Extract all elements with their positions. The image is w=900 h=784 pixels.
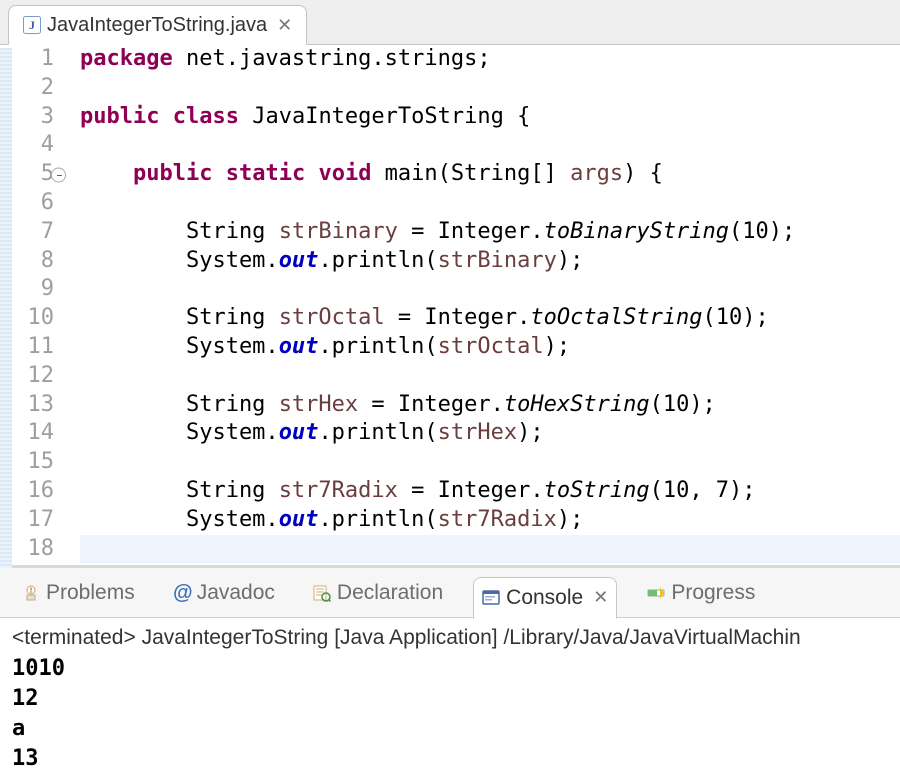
code-line: String strOctal = Integer.toOctalString(…	[80, 305, 769, 330]
tab-label: Declaration	[337, 581, 443, 605]
code-line: String strHex = Integer.toHexString(10);	[80, 392, 716, 417]
line-number: 13	[0, 391, 54, 420]
console-status-line: <terminated> JavaIntegerToString [Java A…	[0, 618, 900, 654]
tab-problems[interactable]: Problems	[14, 577, 143, 609]
line-number: 4	[0, 131, 54, 160]
code-line: String str7Radix = Integer.toString(10, …	[80, 478, 756, 503]
code-line: System.out.println(strBinary);	[80, 248, 583, 273]
code-line	[80, 190, 93, 215]
line-number-gutter: 1 2 3 4 5 6 7 8 9 10 11 12 13 14 15 16 1…	[0, 45, 62, 565]
problems-icon	[22, 584, 40, 602]
code-line: System.out.println(strHex);	[80, 420, 544, 445]
line-number: 10	[0, 304, 54, 333]
tab-label: Console	[506, 586, 583, 610]
ide-root: J JavaIntegerToString.java ✕ 1 2 3 4 5 6…	[0, 0, 900, 784]
code-line: public class JavaIntegerToString {	[80, 104, 530, 129]
tab-javadoc[interactable]: @ Javadoc	[165, 577, 283, 609]
line-number: 11	[0, 333, 54, 362]
line-number: 9	[0, 275, 54, 304]
tab-label: Problems	[46, 581, 135, 605]
tab-console[interactable]: Console ✕	[473, 577, 617, 619]
line-number: 12	[0, 362, 54, 391]
tab-declaration[interactable]: Declaration	[305, 577, 451, 609]
line-number: 2	[0, 74, 54, 103]
close-icon[interactable]: ✕	[277, 15, 292, 36]
declaration-icon	[313, 584, 331, 602]
editor-tab-active[interactable]: J JavaIntegerToString.java ✕	[8, 5, 307, 45]
code-line: public static void main(String[] args) {	[80, 161, 663, 186]
line-number: 3	[0, 103, 54, 132]
code-editor[interactable]: 1 2 3 4 5 6 7 8 9 10 11 12 13 14 15 16 1…	[0, 45, 900, 565]
console-icon	[482, 589, 500, 607]
line-number: 17	[0, 506, 54, 535]
line-number: 6	[0, 189, 54, 218]
editor-tab-filename: JavaIntegerToString.java	[47, 14, 267, 37]
tab-progress[interactable]: Progress	[639, 577, 763, 609]
code-line: package net.javastring.strings;	[80, 46, 491, 71]
code-line	[80, 363, 93, 388]
java-file-icon: J	[23, 16, 41, 34]
bottom-panel: Problems @ Javadoc Declaration Console ✕…	[0, 565, 900, 784]
console-output[interactable]: 1010 12 a 13	[0, 654, 900, 784]
close-icon[interactable]: ✕	[593, 587, 608, 608]
code-line	[80, 276, 93, 301]
code-line	[80, 449, 93, 474]
code-line: String strBinary = Integer.toBinaryStrin…	[80, 219, 795, 244]
code-line	[80, 132, 93, 157]
line-number: 14	[0, 419, 54, 448]
line-number: 1	[0, 45, 54, 74]
line-number: 7	[0, 218, 54, 247]
line-number: 8	[0, 247, 54, 276]
code-line	[80, 75, 93, 100]
line-number[interactable]: 5	[0, 160, 54, 189]
code-line-current	[80, 535, 900, 564]
line-number: 18	[0, 535, 54, 564]
tab-label: Javadoc	[197, 581, 275, 605]
views-tabbar: Problems @ Javadoc Declaration Console ✕…	[0, 568, 900, 618]
line-number: 16	[0, 477, 54, 506]
line-number: 15	[0, 448, 54, 477]
editor-tabbar: J JavaIntegerToString.java ✕	[0, 0, 900, 45]
code-area[interactable]: package net.javastring.strings; public c…	[62, 45, 900, 565]
code-line: System.out.println(str7Radix);	[80, 507, 583, 532]
progress-icon	[647, 584, 665, 602]
tab-label: Progress	[671, 581, 755, 605]
javadoc-icon: @	[173, 584, 191, 602]
svg-text:J: J	[29, 18, 35, 32]
code-line: System.out.println(strOctal);	[80, 334, 570, 359]
